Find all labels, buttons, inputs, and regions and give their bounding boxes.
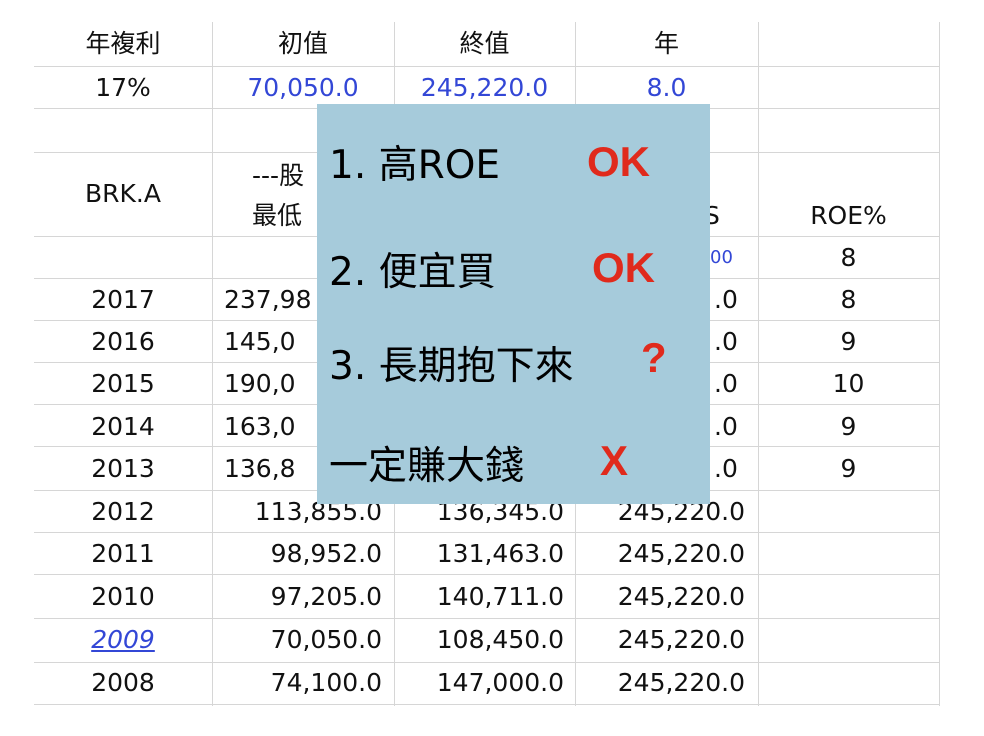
header-roe: ROE% — [810, 201, 887, 230]
year-cell: 2014 — [91, 412, 155, 441]
high-cell: 140,711.0 — [436, 582, 564, 611]
roe-cell: 9 — [840, 412, 857, 441]
ok-mark-2: OK — [592, 244, 655, 291]
roe-cell: 9 — [840, 454, 857, 483]
eps-cell: .0 — [714, 412, 738, 441]
low-cell: 237,98 — [224, 285, 312, 314]
x-mark: X — [600, 437, 629, 484]
checklist-item-3: 3. 長期抱下來 — [329, 344, 574, 389]
header-annual-rate: 年複利 — [85, 29, 161, 58]
years-value: 8.0 — [646, 73, 687, 102]
eps-cell: 245,220.0 — [617, 539, 745, 568]
header-years: 年 — [653, 29, 679, 58]
year-cell: 2012 — [91, 497, 155, 526]
low-cell: 70,050.0 — [270, 625, 382, 654]
question-mark: ? — [641, 334, 667, 381]
year-cell: 2011 — [91, 539, 155, 568]
eps-cell: .0 — [714, 285, 738, 314]
eps-cell: 245,220.0 — [617, 668, 745, 697]
initial-value: 70,050.0 — [247, 73, 359, 102]
year-cell: 2016 — [91, 327, 155, 356]
low-cell: 136,8 — [224, 454, 296, 483]
year-link-2009[interactable]: 2009 — [34, 620, 212, 660]
roe-cell: 9 — [840, 327, 857, 356]
eps-cell: 245,220.0 — [617, 625, 745, 654]
low-cell: 97,205.0 — [270, 582, 382, 611]
grid-line — [34, 66, 940, 67]
partial-value: 00 — [710, 247, 733, 268]
eps-cell: .0 — [714, 327, 738, 356]
ok-mark-1: OK — [587, 138, 650, 185]
high-cell: 108,450.0 — [436, 625, 564, 654]
eps-cell: .0 — [714, 454, 738, 483]
low-cell: 98,952.0 — [270, 539, 382, 568]
checklist-item-2: 2. 便宜買 — [329, 250, 496, 295]
grid-line — [939, 22, 940, 706]
grid-line — [34, 618, 940, 619]
grid-line — [34, 704, 940, 705]
final-value: 245,220.0 — [420, 73, 549, 102]
low-cell: 74,100.0 — [270, 668, 382, 697]
checklist-overlay: 1. 高ROE OK 2. 便宜買 OK 3. 長期抱下來 ? 一定賺大錢 X — [317, 104, 710, 504]
high-cell: 147,000.0 — [436, 668, 564, 697]
low-cell: 145,0 — [224, 327, 296, 356]
annual-rate-value: 17% — [95, 73, 151, 102]
checklist-item-4: 一定賺大錢 — [329, 444, 525, 489]
grid-line — [34, 574, 940, 575]
year-cell: 2013 — [91, 454, 155, 483]
roe-value: 8 — [840, 243, 857, 272]
header-final-value: 終值 — [459, 29, 510, 58]
year-cell: 2008 — [91, 668, 155, 697]
high-cell: 131,463.0 — [436, 539, 564, 568]
ticker-label: BRK.A — [85, 179, 161, 208]
roe-cell: 10 — [832, 369, 865, 398]
grid-line — [34, 532, 940, 533]
eps-cell: 245,220.0 — [617, 582, 745, 611]
eps-cell: .0 — [714, 369, 738, 398]
low-cell: 190,0 — [224, 369, 296, 398]
year-cell: 2017 — [91, 285, 155, 314]
year-cell: 2015 — [91, 369, 155, 398]
header-initial-value: 初值 — [277, 29, 328, 58]
year-cell: 2010 — [91, 582, 155, 611]
roe-cell: 8 — [840, 285, 857, 314]
checklist-item-1: 1. 高ROE — [329, 143, 501, 188]
low-cell: 163,0 — [224, 412, 296, 441]
